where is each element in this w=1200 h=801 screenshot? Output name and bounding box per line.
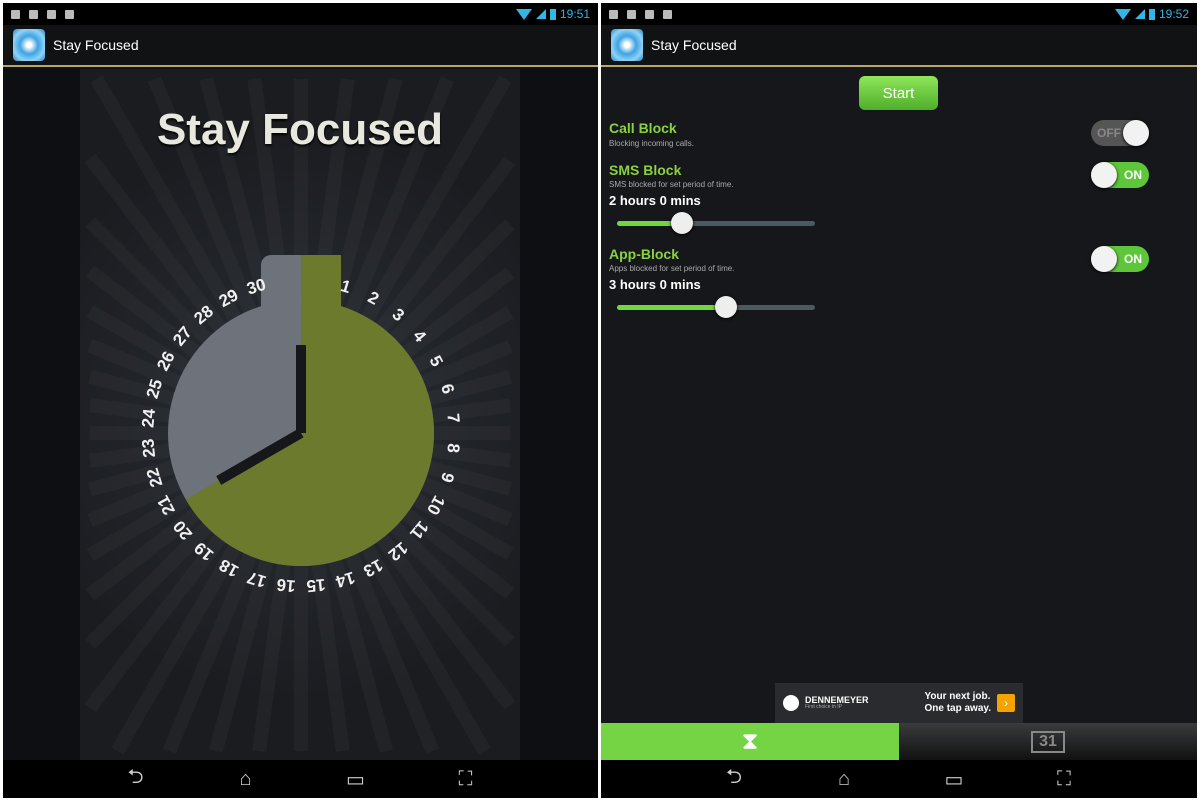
app-duration-slider[interactable] [617, 296, 815, 318]
splash-stage: Stay Focused 1 2 3 4 5 6 7 8 9 10 11 12 13 14 15 16 17 18… [80, 69, 520, 760]
dial-number: 15 [306, 575, 327, 596]
splash-content: Stay Focused 1 2 3 4 5 6 7 8 9 10 11 12 13 14 15 16 17 18… [3, 69, 598, 760]
recents-icon[interactable]: ▭ [336, 767, 376, 792]
dial-number: 23 [138, 438, 159, 459]
app-block-toggle[interactable]: ON [1091, 246, 1149, 272]
wifi-icon [515, 8, 532, 20]
briefcase-icon [47, 9, 56, 19]
sms-duration: 2 hours 0 mins [609, 193, 701, 208]
action-bar: Stay Focused [601, 25, 1197, 67]
dial-number: 16 [276, 575, 297, 596]
ad-arrow-icon[interactable]: › [997, 694, 1015, 712]
dial-number: 8 [443, 443, 463, 454]
app-block-subtitle: Apps blocked for set period of time. [609, 264, 735, 273]
start-button[interactable]: Start [859, 76, 938, 110]
ad-banner[interactable]: DENNEMEYER First choice in IP Your next j… [775, 683, 1023, 723]
image-icon [627, 9, 636, 19]
toggle-knob [1091, 162, 1117, 188]
right-screen: 19:52 Stay Focused Start Call Block Bloc… [601, 3, 1197, 798]
app-title: Stay Focused [651, 37, 737, 53]
clock-time: 19:52 [1158, 7, 1189, 21]
screenshot-icon[interactable]: ⛶ [1044, 768, 1084, 791]
battery-icon [1148, 8, 1155, 20]
tab-timer[interactable]: ⧗ [601, 723, 899, 760]
battery-icon [549, 8, 556, 20]
usb-icon [11, 9, 20, 19]
usb-icon [609, 9, 618, 19]
sms-block-toggle[interactable]: ON [1091, 162, 1149, 188]
tab-schedule[interactable]: 31 [899, 723, 1197, 760]
action-bar: Stay Focused [3, 25, 598, 67]
camera-icon [65, 9, 74, 19]
call-block-subtitle: Blocking incoming calls. [609, 139, 694, 148]
status-bar: 19:51 [3, 3, 598, 25]
toggle-knob [1123, 120, 1149, 146]
sms-duration-slider[interactable] [617, 212, 815, 234]
signal-icon [535, 9, 546, 19]
status-bar: 19:52 [601, 3, 1197, 25]
nav-bar: ⮌ ⌂ ▭ ⛶ [601, 760, 1197, 798]
home-icon[interactable]: ⌂ [824, 768, 864, 791]
ad-message: Your next job. One tap away. [924, 691, 991, 716]
back-icon[interactable]: ⮌ [116, 762, 156, 796]
slider-fill [617, 305, 726, 310]
sms-block-subtitle: SMS blocked for set period of time. [609, 180, 734, 189]
ad-tagline: First choice in IP [805, 704, 842, 710]
screenshot-icon[interactable]: ⛶ [446, 768, 486, 791]
dial-number: 7 [443, 413, 463, 424]
ad-logo-icon [783, 695, 799, 711]
recents-icon[interactable]: ▭ [934, 767, 974, 792]
wifi-icon [1114, 8, 1131, 20]
toggle-knob [1091, 246, 1117, 272]
home-icon[interactable]: ⌂ [226, 768, 266, 791]
ad-brand: DENNEMEYER First choice in IP [805, 696, 869, 710]
sms-block-title: SMS Block [609, 162, 682, 178]
nav-bar: ⮌ ⌂ ▭ ⛶ [3, 760, 598, 798]
app-logo-icon[interactable] [13, 29, 45, 61]
toggle-label: ON [1124, 168, 1142, 182]
call-block-toggle[interactable]: OFF [1091, 120, 1149, 146]
app-duration: 3 hours 0 mins [609, 277, 701, 292]
signal-icon [1134, 9, 1145, 19]
dial-number: 24 [138, 407, 159, 428]
slider-thumb[interactable] [671, 212, 694, 234]
toggle-label: OFF [1097, 126, 1121, 140]
app-title: Stay Focused [53, 37, 139, 53]
app-logo-icon[interactable] [611, 29, 643, 61]
camera-icon [663, 9, 672, 19]
ad-line1: Your next job. [924, 690, 991, 702]
bottom-tabs: ⧗ 31 [601, 723, 1197, 760]
app-block-title: App-Block [609, 246, 679, 262]
timer-dial[interactable]: 1234567891011121314151617181920212223242… [80, 69, 520, 761]
image-icon [29, 9, 38, 19]
clock-time: 19:51 [559, 7, 590, 21]
hourglass-icon: ⧗ [741, 727, 759, 755]
toggle-label: ON [1124, 252, 1142, 266]
call-block-title: Call Block [609, 120, 677, 136]
slider-thumb[interactable] [714, 296, 737, 318]
back-icon[interactable]: ⮌ [714, 762, 754, 796]
left-screen: 19:51 Stay Focused Stay Focused 12345678… [3, 3, 598, 798]
ad-line2: One tap away. [924, 703, 991, 714]
calendar-icon: 31 [1031, 730, 1065, 753]
minute-hand [296, 345, 306, 433]
briefcase-icon [645, 9, 654, 19]
